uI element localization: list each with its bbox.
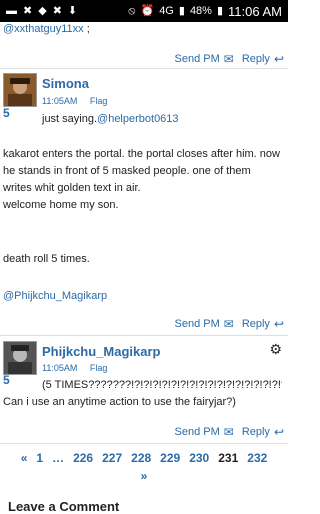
send-pm-button[interactable]: Send PM ✉ — [175, 52, 234, 66]
post0-suffix: ; — [86, 23, 90, 35]
page-link[interactable]: 227 — [102, 451, 122, 465]
post-mention[interactable]: @Phijkchu_Magikarp — [3, 288, 282, 305]
post-paragraph: kakarot enters the portal. the portal cl… — [3, 148, 280, 194]
post0-mention[interactable]: @xxthatguy11xx — [3, 23, 84, 35]
envelope-icon: ✉ — [223, 52, 234, 66]
post1-actions: Send PM ✉ Reply ↩ — [175, 317, 285, 331]
reply-arrow-icon: ↩ — [273, 52, 284, 66]
page-link[interactable]: 230 — [189, 451, 209, 465]
send-pm-button[interactable]: Send PM ✉ — [175, 425, 234, 439]
avatar-image — [4, 74, 36, 106]
post-line: (5 TIMES???????!?!?!?!?!?!?!?!?!?!?!?!?!… — [42, 379, 282, 391]
clock: 11:06 AM — [228, 3, 282, 19]
post-lead-line: just saying.@helperbot0613 — [42, 111, 282, 128]
network-label: 4G — [159, 4, 174, 17]
battery-percent: 48% — [189, 4, 212, 17]
reply-button[interactable]: Reply ↩ — [242, 52, 284, 66]
post-lead-text: just saying. — [42, 113, 98, 125]
post2-actions: Send PM ✉ Reply ↩ — [175, 425, 285, 439]
pagination: « 1 … 226 227 228 229 230 231 232 » — [0, 451, 288, 483]
do-not-disturb-icon: ⦸ — [128, 4, 136, 17]
envelope-icon: ✉ — [223, 425, 234, 439]
x-icon: ✖ — [23, 4, 33, 17]
reply-button[interactable]: Reply ↩ — [242, 317, 284, 331]
next-page-button[interactable]: » — [0, 469, 288, 483]
page-link[interactable]: 1 — [36, 451, 43, 465]
divider — [0, 335, 288, 336]
post-paragraph: death roll 5 times. — [3, 253, 90, 265]
download-icon: ⬇ — [67, 4, 78, 17]
page-link[interactable]: 232 — [247, 451, 267, 465]
prev-page-button[interactable]: « — [21, 451, 28, 465]
divider — [0, 443, 288, 444]
gear-icon[interactable]: ⚙ — [269, 341, 282, 358]
page-link[interactable]: 229 — [160, 451, 180, 465]
post-number: 5 — [3, 106, 10, 120]
post-paragraph: welcome home my son. — [3, 199, 119, 211]
battery-icon: ▮ — [216, 4, 224, 17]
page-link[interactable]: 228 — [131, 451, 151, 465]
avatar-image — [4, 342, 36, 374]
status-bar: ▬ ✖ ◆ ✖ ⬇ ⦸ ⏰ 4G ▮ 48% ▮ 11:06 AM — [0, 0, 288, 22]
page-link[interactable]: 226 — [73, 451, 93, 465]
post0-mention-line: @xxthatguy11xx ; — [3, 23, 90, 35]
x-icon: ✖ — [52, 4, 62, 17]
post-author[interactable]: Simona — [42, 76, 89, 91]
post-meta: 11:05AM Flag — [42, 96, 117, 106]
post-lead-mention[interactable]: @helperbot0613 — [97, 113, 179, 125]
reply-arrow-icon: ↩ — [273, 425, 284, 439]
post-number: 5 — [3, 373, 10, 387]
post-time: 11:05AM — [42, 363, 78, 373]
flag-link[interactable]: Flag — [90, 363, 108, 373]
avatar[interactable] — [3, 73, 37, 107]
reply-button[interactable]: Reply ↩ — [242, 425, 284, 439]
post-time: 11:05AM — [42, 96, 78, 106]
divider — [0, 68, 288, 69]
current-page: 231 — [218, 451, 239, 465]
sms-icon: ▬ — [6, 4, 17, 17]
envelope-icon: ✉ — [223, 317, 234, 331]
reply-arrow-icon: ↩ — [273, 317, 284, 331]
page-ellipsis: … — [52, 451, 65, 465]
send-pm-button[interactable]: Send PM ✉ — [175, 317, 234, 331]
post-line: Can i use an anytime action to use the f… — [3, 396, 236, 408]
post-author[interactable]: Phijkchu_Magikarp — [42, 344, 160, 359]
avatar[interactable] — [3, 341, 37, 375]
post-meta: 11:05AM Flag — [42, 363, 117, 373]
generic-icon: ◆ — [38, 4, 47, 17]
alarm-icon: ⏰ — [140, 4, 155, 17]
signal-icon: ▮ — [178, 4, 185, 17]
flag-link[interactable]: Flag — [90, 96, 108, 106]
post0-actions: Send PM ✉ Reply ↩ — [175, 52, 285, 66]
